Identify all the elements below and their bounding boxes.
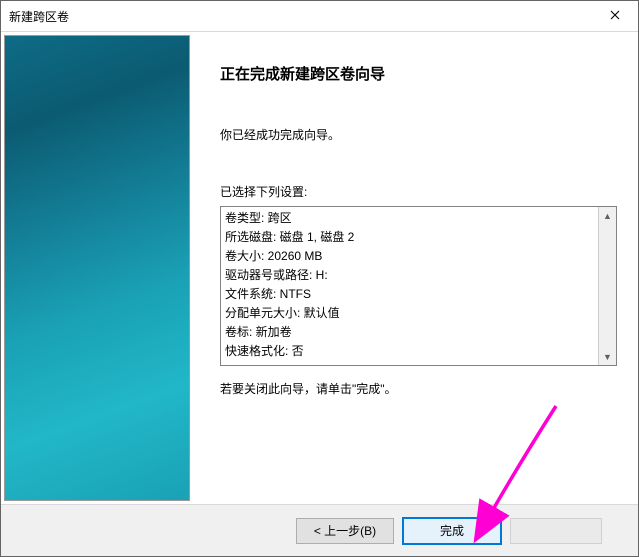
scroll-up-icon[interactable]: ▲ xyxy=(599,207,616,224)
settings-content: 卷类型: 跨区所选磁盘: 磁盘 1, 磁盘 2卷大小: 20260 MB驱动器号… xyxy=(221,207,598,365)
close-icon xyxy=(610,9,620,23)
window-title: 新建跨区卷 xyxy=(9,8,69,25)
scroll-down-icon[interactable]: ▼ xyxy=(599,348,616,365)
settings-line: 卷标: 新加卷 xyxy=(225,323,592,342)
wizard-main: 正在完成新建跨区卷向导 你已经成功完成向导。 已选择下列设置: 卷类型: 跨区所… xyxy=(190,35,635,501)
settings-line: 所选磁盘: 磁盘 1, 磁盘 2 xyxy=(225,228,592,247)
close-hint: 若要关闭此向导，请单击"完成"。 xyxy=(220,380,617,397)
wizard-sidebar-image xyxy=(4,35,190,501)
close-button[interactable] xyxy=(592,1,638,31)
finish-button[interactable]: 完成 xyxy=(402,517,502,545)
settings-label: 已选择下列设置: xyxy=(220,183,617,200)
settings-line: 分配单元大小: 默认值 xyxy=(225,304,592,323)
button-bar: < 上一步(B) 完成 xyxy=(1,504,638,556)
back-button[interactable]: < 上一步(B) xyxy=(296,518,394,544)
settings-line: 卷类型: 跨区 xyxy=(225,209,592,228)
settings-line: 卷大小: 20260 MB xyxy=(225,247,592,266)
lead-text: 你已经成功完成向导。 xyxy=(220,126,617,143)
settings-line: 文件系统: NTFS xyxy=(225,285,592,304)
page-heading: 正在完成新建跨区卷向导 xyxy=(220,63,617,84)
wizard-window: 新建跨区卷 正在完成新建跨区卷向导 你已经成功完成向导。 已选择下列设置: 卷类… xyxy=(0,0,639,557)
titlebar: 新建跨区卷 xyxy=(1,1,638,32)
settings-line: 驱动器号或路径: H: xyxy=(225,266,592,285)
content-area: 正在完成新建跨区卷向导 你已经成功完成向导。 已选择下列设置: 卷类型: 跨区所… xyxy=(1,32,638,504)
scrollbar[interactable]: ▲ ▼ xyxy=(598,207,616,365)
settings-listbox[interactable]: 卷类型: 跨区所选磁盘: 磁盘 1, 磁盘 2卷大小: 20260 MB驱动器号… xyxy=(220,206,617,366)
settings-line: 快速格式化: 否 xyxy=(225,342,592,361)
cancel-button[interactable] xyxy=(510,518,602,544)
